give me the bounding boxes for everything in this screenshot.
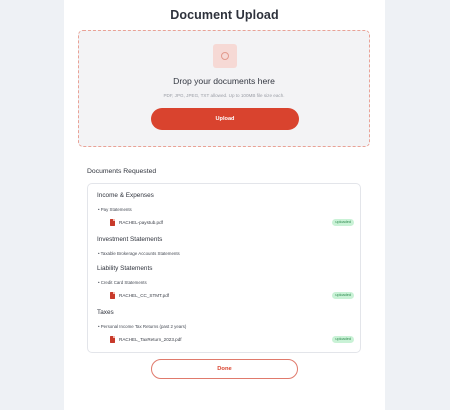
- pdf-file-icon: [110, 219, 115, 226]
- documents-list: Income & Expenses • Pay Statements RACHE…: [87, 183, 361, 353]
- file-row[interactable]: RACHEL-paystub.pdf uploaded: [110, 219, 354, 228]
- dropzone-title: Drop your documents here: [173, 76, 275, 86]
- file-row[interactable]: RACHEL_CC_STMT.pdf uploaded: [110, 292, 354, 301]
- status-badge: uploaded: [332, 219, 354, 226]
- requested-item: • Pay Statements: [98, 207, 132, 212]
- status-badge: uploaded: [332, 336, 354, 343]
- status-badge: uploaded: [332, 292, 354, 299]
- section-title-income: Income & Expenses: [97, 192, 154, 199]
- file-row[interactable]: RACHEL_TaxReturn_2023.pdf uploaded: [110, 336, 354, 345]
- pdf-file-icon: [110, 292, 115, 299]
- dropzone-subtitle: PDF, JPG, JPEG, TXT allowed. Up to 100MB…: [163, 93, 285, 98]
- requested-item: • Taxable Brokerage Accounts Statements: [98, 251, 180, 256]
- upload-icon: [213, 44, 237, 68]
- file-dropzone[interactable]: Drop your documents here PDF, JPG, JPEG,…: [78, 30, 370, 147]
- section-title-liability: Liability Statements: [97, 265, 153, 272]
- file-name[interactable]: RACHEL_TaxReturn_2023.pdf: [119, 336, 182, 343]
- page-title: Document Upload: [170, 8, 279, 22]
- pdf-file-icon: [110, 336, 115, 343]
- requested-item: • Credit Card Statements: [98, 280, 147, 285]
- section-title-investment: Investment Statements: [97, 236, 163, 243]
- upload-card: Document Upload Drop your documents here…: [64, 0, 385, 410]
- upload-button[interactable]: Upload: [151, 108, 299, 130]
- section-title-taxes: Taxes: [97, 309, 114, 316]
- file-name[interactable]: RACHEL_CC_STMT.pdf: [119, 292, 169, 299]
- documents-heading: Documents Requested: [87, 168, 157, 175]
- file-name[interactable]: RACHEL-paystub.pdf: [119, 219, 163, 226]
- requested-item: • Personal Income Tax Returns (past 2 ye…: [98, 324, 187, 329]
- done-button[interactable]: Done: [151, 359, 298, 379]
